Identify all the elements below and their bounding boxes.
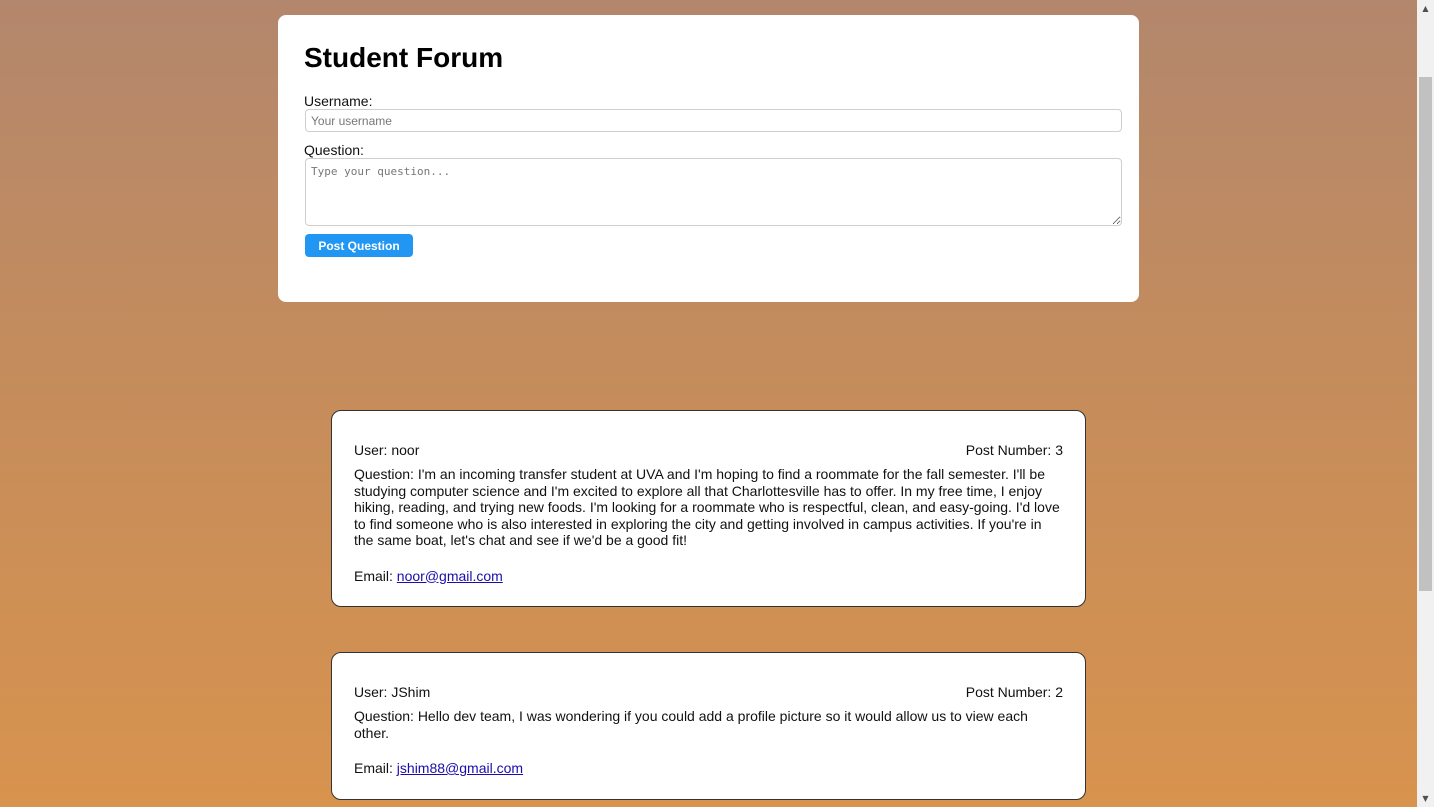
post-question-text: Question: I'm an incoming transfer stude… [354, 466, 1060, 548]
question-label: Question: [304, 142, 364, 158]
post-number: Post Number: 2 [965, 684, 1063, 700]
post-username: User: JShim [354, 684, 431, 700]
question-textarea[interactable] [305, 158, 1122, 226]
username-label: Username: [304, 93, 373, 109]
triangle-up-icon[interactable]: ▲ [1417, 0, 1434, 17]
post-email-link[interactable]: noor@gmail.com [397, 568, 503, 584]
page-title: Student Forum [304, 42, 504, 73]
post-header: User: JShim Post Number: 2 [354, 683, 1063, 701]
post-email-row: Email: noor@gmail.com [354, 567, 1063, 585]
post-question-text: Question: Hello dev team, I was wonderin… [354, 708, 1028, 741]
post-card: User: noor Post Number: 3 Question: I'm … [331, 410, 1086, 607]
post-username: User: noor [354, 442, 420, 458]
post-question-button[interactable]: Post Question [305, 234, 413, 257]
post-card: User: JShim Post Number: 2 Question: Hel… [331, 652, 1086, 800]
scrollbar-thumb[interactable] [1419, 77, 1432, 591]
post-number: Post Number: 3 [965, 442, 1063, 458]
page-viewport: Student Forum Username: Question: Post Q… [0, 0, 1417, 807]
post-email-row: Email: jshim88@gmail.com [354, 759, 1063, 777]
post-email-label: Email: [354, 567, 397, 584]
post-email-link[interactable]: jshim88@gmail.com [397, 760, 523, 776]
vertical-scrollbar[interactable]: ▲ ▼ [1417, 0, 1434, 807]
post-header: User: noor Post Number: 3 [354, 441, 1063, 459]
post-email-label: Email: [354, 760, 397, 776]
triangle-down-icon[interactable]: ▼ [1417, 790, 1434, 807]
question-form-card: Student Forum Username: Question: Post Q… [278, 15, 1139, 302]
username-input[interactable] [305, 109, 1122, 132]
